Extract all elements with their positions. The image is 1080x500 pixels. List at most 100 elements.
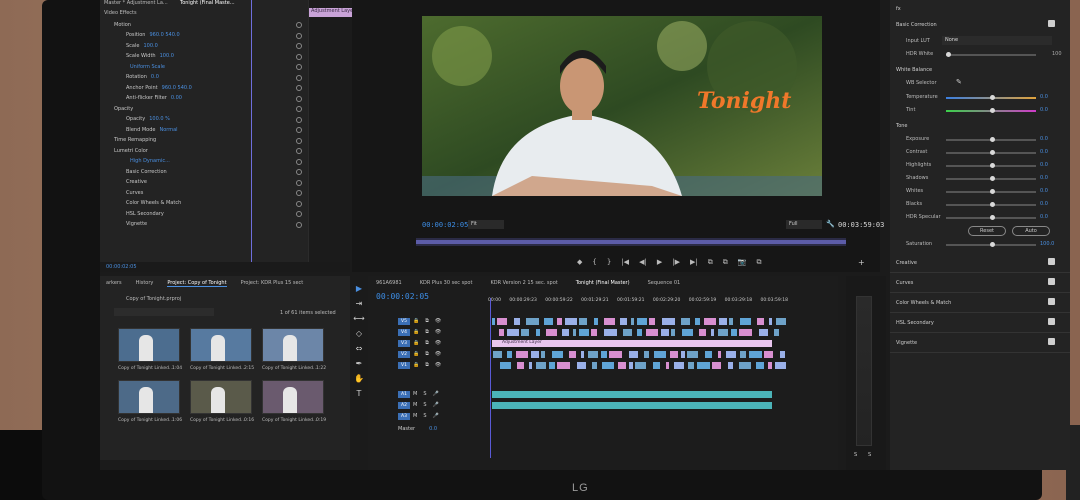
tone-value[interactable]: 0.0 bbox=[1040, 175, 1048, 181]
input-lut-select[interactable]: None bbox=[942, 36, 1052, 45]
lumetri-section-heading[interactable]: HSL Secondary bbox=[896, 320, 934, 326]
video-clip[interactable] bbox=[712, 362, 721, 369]
temperature-slider[interactable] bbox=[946, 95, 1036, 100]
video-track-lane[interactable]: Adjustment Layer bbox=[488, 340, 788, 347]
media-thumbnail[interactable] bbox=[118, 380, 180, 414]
video-track-toggle-icon[interactable]: 👁 bbox=[435, 329, 441, 335]
video-clip[interactable] bbox=[526, 318, 539, 325]
video-clip[interactable] bbox=[604, 329, 617, 336]
video-clip[interactable] bbox=[557, 362, 570, 369]
tone-slider[interactable] bbox=[946, 176, 1036, 181]
video-clip[interactable] bbox=[623, 329, 632, 336]
timeline-playhead[interactable] bbox=[490, 298, 491, 458]
temperature-value[interactable]: 0.0 bbox=[1040, 94, 1048, 100]
sequence-tab[interactable]: Tonight (Final Master) bbox=[576, 280, 630, 286]
video-clip[interactable] bbox=[592, 362, 597, 369]
video-clip[interactable] bbox=[670, 351, 678, 358]
audio-track-toggle-icon[interactable]: S bbox=[423, 413, 426, 419]
reset-parameter-icon[interactable] bbox=[296, 137, 302, 144]
video-track-toggle-icon[interactable]: 👁 bbox=[435, 340, 441, 346]
tone-value[interactable]: 0.0 bbox=[1040, 149, 1048, 155]
track-header[interactable]: A1 M S 🎤 bbox=[398, 391, 488, 399]
effect-row-value[interactable]: 0.0 bbox=[151, 74, 159, 80]
video-clip[interactable] bbox=[620, 318, 627, 325]
slider-knob[interactable] bbox=[990, 189, 995, 194]
effect-row[interactable]: Color Wheels & Match bbox=[106, 199, 185, 208]
audio-track-toggle-icon[interactable]: 🎤 bbox=[433, 413, 439, 419]
video-clip[interactable] bbox=[774, 329, 779, 336]
audio-track-toggle-icon[interactable]: M bbox=[413, 391, 417, 397]
effect-row[interactable]: Curves bbox=[106, 188, 147, 197]
timeline-ruler[interactable]: 00:00 00:00:29:23 00:00:59:22 00:01:29:21 00… bbox=[488, 298, 788, 306]
video-clip[interactable] bbox=[516, 351, 528, 358]
resolution-select[interactable]: Full bbox=[786, 220, 822, 229]
track-name-tag[interactable]: A2 bbox=[398, 402, 410, 409]
basic-correction-heading[interactable]: Basic Correction bbox=[896, 22, 937, 28]
transport-button-icon[interactable]: ◀| bbox=[639, 258, 647, 267]
audio-clip[interactable] bbox=[492, 391, 772, 398]
reset-parameter-icon[interactable] bbox=[296, 32, 302, 39]
transport-button-icon[interactable]: ⧉ bbox=[708, 258, 713, 267]
audio-track-lane[interactable] bbox=[488, 391, 788, 398]
tone-slider[interactable] bbox=[946, 137, 1036, 142]
video-clip[interactable] bbox=[775, 362, 786, 369]
reset-parameter-icon[interactable] bbox=[296, 179, 302, 186]
selection-tool-icon[interactable]: ▶ bbox=[356, 284, 362, 293]
effect-row[interactable]: Time Remapping bbox=[106, 136, 160, 145]
video-track-toggle-icon[interactable]: ⧉ bbox=[425, 362, 429, 368]
track-header[interactable]: V4 🔒 ⧉ 👁 bbox=[398, 329, 488, 337]
video-clip[interactable] bbox=[756, 362, 764, 369]
effect-row-value[interactable]: 100.0 bbox=[143, 43, 157, 49]
video-clip[interactable] bbox=[546, 329, 557, 336]
video-clip[interactable] bbox=[739, 362, 751, 369]
video-clip[interactable] bbox=[661, 329, 669, 336]
video-clip[interactable] bbox=[629, 351, 638, 358]
effect-row-value[interactable]: Uniform Scale bbox=[130, 64, 165, 70]
sequence-tab[interactable]: KDR Version 2 15 sec. spot bbox=[490, 280, 557, 286]
zoom-fit-select[interactable]: Fit bbox=[468, 220, 504, 229]
effect-row[interactable]: High Dynamic... bbox=[106, 157, 170, 166]
razor-tool-icon[interactable]: ◇ bbox=[356, 329, 362, 338]
video-clip[interactable] bbox=[541, 351, 545, 358]
tone-slider[interactable] bbox=[946, 150, 1036, 155]
track-name-tag[interactable]: A1 bbox=[398, 391, 410, 398]
project-tab[interactable]: arkers bbox=[106, 280, 122, 287]
track-name-tag[interactable]: V2 bbox=[398, 351, 410, 358]
effect-row-value[interactable]: 0.00 bbox=[171, 95, 182, 101]
audio-clip[interactable] bbox=[492, 402, 772, 409]
video-track-toggle-icon[interactable]: 🔒 bbox=[413, 340, 419, 346]
video-clip[interactable] bbox=[552, 351, 563, 358]
effect-controls-sequence[interactable]: Tonight (Final Maste... bbox=[180, 0, 235, 6]
video-track-lane[interactable] bbox=[488, 329, 788, 336]
reset-parameter-icon[interactable] bbox=[296, 116, 302, 123]
wrench-icon[interactable]: 🔧 bbox=[826, 220, 835, 228]
video-clip[interactable] bbox=[629, 362, 633, 369]
video-track-lane[interactable] bbox=[488, 318, 788, 325]
track-name-tag[interactable]: V1 bbox=[398, 362, 410, 369]
video-clip[interactable] bbox=[497, 318, 507, 325]
effect-row[interactable]: Anchor Point 960.0 540.0 bbox=[106, 83, 192, 92]
video-track-toggle-icon[interactable]: ⧉ bbox=[425, 318, 429, 324]
slip-tool-icon[interactable]: ⇔ bbox=[356, 344, 363, 353]
video-clip[interactable] bbox=[704, 318, 716, 325]
transport-button-icon[interactable]: |▶ bbox=[672, 258, 680, 267]
eyedropper-icon[interactable]: ✎ bbox=[956, 78, 962, 86]
reset-parameter-icon[interactable] bbox=[296, 22, 302, 28]
reset-parameter-icon[interactable] bbox=[296, 200, 302, 207]
video-clip[interactable] bbox=[695, 318, 700, 325]
video-clip[interactable] bbox=[764, 351, 773, 358]
audio-track-toggle-icon[interactable]: 🎤 bbox=[433, 391, 439, 397]
reset-parameter-icon[interactable] bbox=[296, 64, 302, 70]
reset-parameter-icon[interactable] bbox=[296, 106, 302, 112]
video-clip[interactable] bbox=[718, 329, 728, 336]
ripple-edit-tool-icon[interactable]: ⟷ bbox=[353, 314, 364, 323]
auto-button[interactable]: Auto bbox=[1012, 226, 1050, 236]
video-track-lane[interactable] bbox=[488, 362, 788, 369]
timeline-timecode[interactable]: 00:00:02:05 bbox=[376, 292, 429, 301]
reset-parameter-icon[interactable] bbox=[296, 95, 302, 102]
program-current-timecode[interactable]: 00:00:02:05 bbox=[422, 221, 468, 229]
tint-value[interactable]: 0.0 bbox=[1040, 107, 1048, 113]
video-clip[interactable] bbox=[573, 329, 576, 336]
audio-track-toggle-icon[interactable]: S bbox=[423, 391, 426, 397]
tone-heading[interactable]: Tone bbox=[896, 123, 908, 129]
